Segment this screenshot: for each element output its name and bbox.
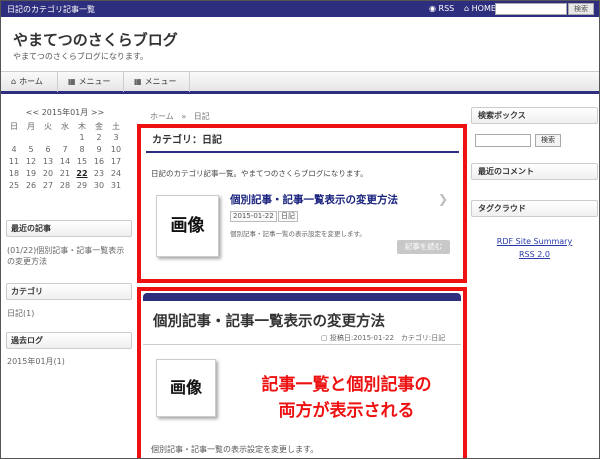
calendar-day: 27 (42, 181, 54, 190)
calendar-week: 1 2 3 (6, 133, 124, 145)
home-icon: ⌂ (11, 77, 17, 86)
recent-posts-title: 最近の記事 (6, 220, 132, 237)
top-bar: 日記のカテゴリ記事一覧 ◉ RSS ⌂ HOME 検索 (1, 1, 599, 17)
calendar-day: 24 (110, 169, 122, 178)
weekday: 水 (61, 122, 69, 131)
calendar-day: 14 (59, 157, 71, 166)
top-search-input[interactable] (495, 3, 567, 15)
calendar-week: 25 26 27 28 29 30 31 (6, 181, 124, 193)
rdf-link[interactable]: RDF Site Summary (471, 237, 598, 246)
grid-icon: ▦ (68, 77, 76, 86)
tag-cloud-title: タグクラウド (471, 200, 598, 217)
home-label: HOME (471, 4, 496, 13)
sidebar-search-input[interactable] (475, 134, 531, 147)
nav-item-menu-1[interactable]: ▦ メニュー (58, 72, 124, 92)
calendar-day: 17 (110, 157, 122, 166)
nav-item-label: メニュー (144, 77, 177, 86)
search-box-title: 検索ボックス (471, 107, 598, 124)
calendar-day: 31 (110, 181, 122, 190)
top-bar-title: 日記のカテゴリ記事一覧 (7, 5, 95, 14)
calendar-nav: << 2015年01月 >> (6, 107, 124, 118)
rss-link[interactable]: ◉ RSS (429, 4, 454, 13)
calendar-month: 2015年01月 (41, 108, 89, 117)
calendar-prev[interactable]: << (26, 108, 39, 117)
calendar-day-linked[interactable]: 22 (74, 169, 90, 178)
calendar-day: 12 (25, 157, 37, 166)
recent-comments-title: 最近のコメント (471, 163, 598, 180)
archive-title: 過去ログ (6, 332, 132, 349)
annotation-line-2: 両方が表示される (278, 401, 415, 421)
highlight-box-category-list (137, 124, 467, 283)
breadcrumb: ホーム » 日記 (150, 111, 210, 122)
weekday: 土 (112, 122, 120, 131)
calendar-day: 16 (93, 157, 105, 166)
site-description: やまてつのさくらブログになります。 (13, 52, 149, 61)
calendar-day: 29 (76, 181, 88, 190)
nav-item-menu-2[interactable]: ▦ メニュー (124, 72, 190, 92)
calendar-day: 1 (79, 133, 85, 142)
weekday: 木 (78, 122, 86, 131)
calendar-day: 30 (93, 181, 105, 190)
calendar-day: 23 (93, 169, 105, 178)
home-icon: ⌂ (464, 4, 470, 13)
annotation-callout: 記事一覧と個別記事の 両方が表示される (226, 372, 467, 424)
home-link[interactable]: ⌂ HOME (464, 4, 496, 13)
rss-label: RSS (438, 4, 455, 13)
calendar-week: 18 19 20 21 22 23 24 (6, 169, 124, 181)
calendar-next[interactable]: >> (91, 108, 104, 117)
breadcrumb-current: 日記 (193, 112, 210, 121)
nav-item-label: ホーム (19, 77, 43, 86)
sidebar-search-button[interactable]: 検索 (535, 134, 561, 147)
calendar-week: 11 12 13 14 15 16 17 (6, 157, 124, 169)
calendar-day: 26 (25, 181, 37, 190)
nav-item-home[interactable]: ⌂ ホーム (1, 72, 58, 92)
calendar: 日 月 火 水 木 金 土 1 2 3 4 5 6 7 8 9 10 11 12… (6, 121, 124, 193)
calendar-weekdays: 日 月 火 水 木 金 土 (6, 121, 124, 133)
site-title[interactable]: やまてつのさくらブログ (13, 29, 178, 50)
calendar-day: 4 (11, 145, 17, 154)
calendar-day: 5 (28, 145, 34, 154)
calendar-day: 10 (110, 145, 122, 154)
calendar-day: 2 (96, 133, 102, 142)
calendar-day: 21 (59, 169, 71, 178)
weekday: 日 (10, 122, 18, 131)
category-link[interactable]: 日記(1) (7, 308, 129, 319)
calendar-day: 9 (96, 145, 102, 154)
site-header: やまてつのさくらブログ やまてつのさくらブログになります。 (1, 17, 599, 71)
archive-link[interactable]: 2015年01月(1) (7, 356, 129, 367)
calendar-day: 7 (62, 145, 68, 154)
nav-item-label: メニュー (78, 77, 111, 86)
weekday: 金 (95, 122, 103, 131)
calendar-day: 20 (42, 169, 54, 178)
calendar-week: 4 5 6 7 8 9 10 (6, 145, 124, 157)
calendar-day: 11 (8, 157, 20, 166)
calendar-day: 18 (8, 169, 20, 178)
grid-icon: ▦ (134, 77, 142, 86)
weekday: 火 (44, 122, 52, 131)
calendar-day: 19 (25, 169, 37, 178)
breadcrumb-separator: » (181, 112, 187, 121)
calendar-day: 6 (45, 145, 51, 154)
rss2-link[interactable]: RSS 2.0 (471, 250, 598, 259)
breadcrumb-home[interactable]: ホーム (150, 112, 174, 121)
recent-post-link[interactable]: (01/22)個別記事・記事一覧表示の変更方法 (7, 245, 129, 267)
calendar-day: 25 (8, 181, 20, 190)
calendar-day: 13 (42, 157, 54, 166)
rss-icon: ◉ (429, 4, 436, 13)
weekday: 月 (27, 122, 35, 131)
top-search-button[interactable]: 検索 (568, 3, 594, 15)
calendar-day: 15 (76, 157, 88, 166)
calendar-day: 3 (113, 133, 119, 142)
calendar-day: 28 (59, 181, 71, 190)
category-title: カテゴリ (6, 283, 132, 300)
calendar-day: 8 (79, 145, 85, 154)
global-nav: ⌂ ホーム ▦ メニュー ▦ メニュー (1, 71, 599, 94)
annotation-line-1: 記事一覧と個別記事の (261, 375, 432, 395)
browser-page: 日記のカテゴリ記事一覧 ◉ RSS ⌂ HOME 検索 やまてつのさくらブログ … (0, 0, 600, 459)
